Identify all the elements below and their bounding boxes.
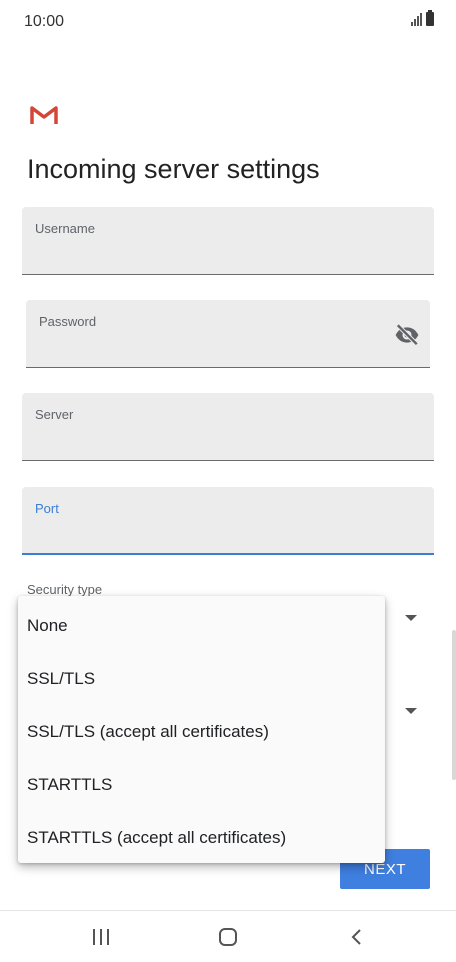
port-label: Port [35,501,59,516]
username-field[interactable]: Username [22,207,434,275]
password-label: Password [39,314,97,329]
server-field[interactable]: Server [22,393,434,461]
menu-item-ssl-tls[interactable]: SSL/TLS [18,652,385,705]
arrow-drop-down-icon[interactable] [405,708,417,714]
password-input[interactable] [39,341,363,359]
gmail-icon [30,106,58,124]
port-input[interactable] [35,527,365,545]
scrollbar[interactable] [452,630,456,780]
status-bar: 10:00 [0,0,456,44]
username-input[interactable] [35,248,365,266]
signal-icon [411,12,422,26]
port-field[interactable]: Port [22,487,434,555]
arrow-drop-down-icon[interactable] [405,615,417,621]
page-title: Incoming server settings [27,154,320,184]
visibility-off-icon[interactable] [394,322,420,348]
server-label: Server [35,407,74,422]
security-type-menu: None SSL/TLS SSL/TLS (accept all certifi… [18,596,385,863]
back-icon[interactable] [350,928,362,946]
password-field[interactable]: Password [26,300,430,368]
status-time: 10:00 [24,13,65,30]
menu-item-ssl-tls-accept-all[interactable]: SSL/TLS (accept all certificates) [18,705,385,758]
menu-item-starttls[interactable]: STARTTLS [18,758,385,811]
recents-icon[interactable] [93,929,109,945]
menu-item-none[interactable]: None [18,599,385,652]
navigation-bar [0,910,456,962]
status-icons [411,10,434,26]
security-type-label: Security type [27,582,103,597]
battery-icon [426,10,434,26]
menu-item-starttls-accept-all[interactable]: STARTTLS (accept all certificates) [18,811,385,864]
home-icon[interactable] [219,928,237,946]
username-label: Username [35,221,95,236]
server-input[interactable] [35,434,365,452]
